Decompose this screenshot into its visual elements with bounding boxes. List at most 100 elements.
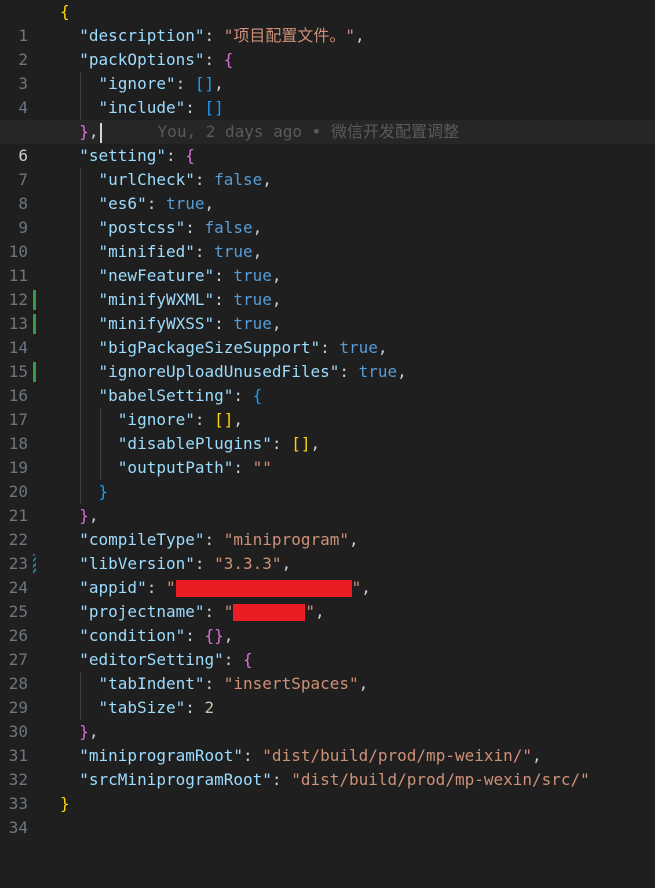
text-cursor [99,122,102,143]
code-line[interactable]: 13 "minifyWXML": true, [0,288,655,333]
line-content: }, [79,506,99,525]
code-line[interactable]: 21 } [0,480,655,525]
code-line[interactable]: 14 "minifyWXSS": true, [0,312,655,357]
line-content: { [60,2,70,21]
git-added-marker[interactable] [33,362,36,382]
json-key: "srcMiniprogramRoot" [79,770,272,789]
code-line[interactable]: 18 "ignore": [], [0,408,655,453]
json-key: "libVersion" [79,554,195,573]
code-line[interactable]: 24 "libVersion": "3.3.3", [0,552,655,597]
json-key: "include" [98,98,186,117]
line-content: "srcMiniprogramRoot": "dist/build/prod/m… [79,770,590,789]
code-line[interactable]: 7 "setting": { [0,144,655,189]
code-editor[interactable]: 1 { 2 "description": "项目配置文件。", 3 "packO… [0,0,655,837]
code-line[interactable]: 11 "minified": true, [0,240,655,285]
code-line[interactable]: 1 { [0,0,655,45]
code-line[interactable]: 16 "ignoreUploadUnusedFiles": true, [0,360,655,405]
line-content: "condition": {}, [79,626,234,645]
line-content: "bigPackageSizeSupport": true, [98,338,388,357]
code-line[interactable]: 2 "description": "项目配置文件。", [0,24,655,69]
json-key: "condition" [79,626,186,645]
code-line[interactable]: 12 "newFeature": true, [0,264,655,309]
code-line[interactable]: 23 "compileType": "miniprogram", [0,528,655,573]
code-line[interactable]: 33 "srcMiniprogramRoot": "dist/build/pro… [0,768,655,813]
code-line[interactable]: 15 "bigPackageSizeSupport": true, [0,336,655,381]
code-line[interactable]: 30 "tabSize": 2 [0,696,655,741]
code-line-active[interactable]: 6 }, You, 2 days ago • 微信开发配置调整 [0,120,655,165]
json-key: "appid" [79,578,147,597]
json-value: true [233,266,272,285]
line-content: "minifyWXML": true, [98,290,282,309]
line-content: "minified": true, [98,242,263,261]
git-added-marker[interactable] [33,290,36,310]
code-line[interactable]: 27 "condition": {}, [0,624,655,669]
json-value: "3.3.3" [214,554,282,573]
line-content: "newFeature": true, [98,266,282,285]
line-content: "outputPath": "" [117,458,272,477]
code-line[interactable]: 34 } [0,792,655,837]
line-content: "setting": { [79,146,195,165]
line-content: "ignore": [], [98,74,224,93]
line-content: "projectname": " ", [79,602,325,621]
line-content: "ignore": [], [117,410,244,429]
redaction-box [233,604,306,621]
code-line[interactable]: 28 "editorSetting": { [0,648,655,693]
code-line[interactable]: 9 "es6": true, [0,192,655,237]
json-key: "editorSetting" [79,650,224,669]
json-key: "ignore" [117,410,195,429]
git-added-marker[interactable] [33,314,36,334]
git-modified-marker[interactable] [33,554,36,574]
line-content: "ignoreUploadUnusedFiles": true, [98,362,407,381]
json-value: "" [252,458,272,477]
json-key: "packOptions" [79,50,205,69]
line-content: "postcss": false, [98,218,263,237]
code-line[interactable]: 19 "disablePlugins": [], [0,432,655,477]
json-value: true [214,242,253,261]
line-content: "description": "项目配置文件。", [79,26,365,45]
line-content: } [60,794,70,813]
code-line[interactable]: 22 }, [0,504,655,549]
line-content: }, You, 2 days ago • 微信开发配置调整 [79,122,459,143]
code-line[interactable]: 8 "urlCheck": false, [0,168,655,213]
code-line[interactable]: 5 "include": [] [0,96,655,141]
json-value: true [233,314,272,333]
code-line[interactable]: 17 "babelSetting": { [0,384,655,429]
line-content: "babelSetting": { [98,386,263,405]
code-line[interactable]: 10 "postcss": false, [0,216,655,261]
json-value: true [233,290,272,309]
json-key: "setting" [79,146,166,165]
code-line[interactable]: 20 "outputPath": "" [0,456,655,501]
line-content: "libVersion": "3.3.3", [79,554,292,573]
json-key: "minified" [98,242,195,261]
json-key: "es6" [98,194,147,213]
json-key: "newFeature" [98,266,215,285]
json-value: "项目配置文件。" [223,26,356,45]
json-value: "dist/build/prod/mp-weixin/" [262,746,533,765]
line-content: }, [79,722,99,741]
json-value: true [358,362,398,381]
json-key: "disablePlugins" [117,434,272,453]
line-content: "es6": true, [98,194,215,213]
json-key: "description" [79,26,205,45]
line-content: } [98,482,109,501]
json-key: "outputPath" [117,458,234,477]
json-value: "dist/build/prod/mp-wexin/src/" [291,770,590,789]
line-content: "miniprogramRoot": "dist/build/prod/mp-w… [79,746,542,765]
json-key: "ignore" [98,74,176,93]
json-key: "minifyWXML" [98,290,215,309]
code-line[interactable]: 3 "packOptions": { [0,48,655,93]
json-key: "compileType" [79,530,205,549]
code-line[interactable]: 4 "ignore": [], [0,72,655,117]
line-content: "urlCheck": false, [98,170,272,189]
json-key: "tabSize" [98,698,186,717]
line-content: "disablePlugins": [], [117,434,321,453]
code-line[interactable]: 25 "appid": " ", [0,576,655,621]
code-line[interactable]: 31 }, [0,720,655,765]
json-key: "babelSetting" [98,386,234,405]
git-blame-annotation: You, 2 days ago • 微信开发配置调整 [157,122,459,141]
code-line[interactable]: 26 "projectname": " ", [0,600,655,645]
line-content: "editorSetting": { [79,650,253,669]
json-value: "insertSpaces" [223,674,359,693]
code-line[interactable]: 29 "tabIndent": "insertSpaces", [0,672,655,717]
code-line[interactable]: 32 "miniprogramRoot": "dist/build/prod/m… [0,744,655,789]
